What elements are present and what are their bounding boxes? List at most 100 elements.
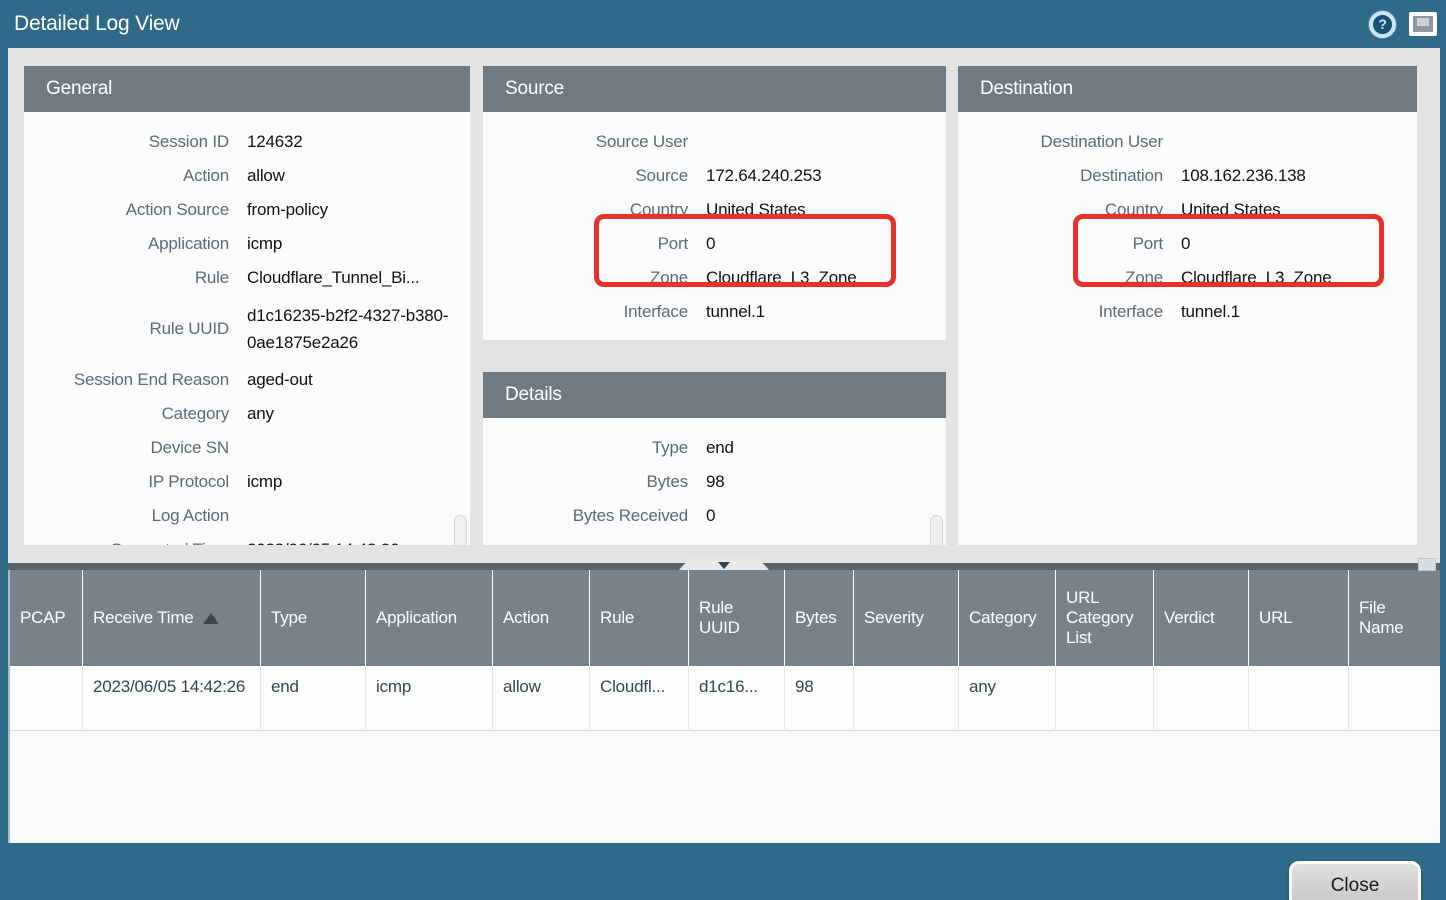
maximize-icon-inner (1417, 18, 1429, 26)
field-row: Categoryany (24, 397, 470, 431)
help-icon[interactable]: ? (1369, 11, 1396, 38)
field-row: Source User (483, 125, 946, 159)
field-label: Category (24, 397, 229, 431)
field-label: Interface (958, 295, 1163, 329)
dialog-titlebar: Detailed Log View ? (0, 0, 1446, 48)
column-header-label: Application (376, 608, 457, 627)
column-header-label: PCAP (20, 608, 66, 627)
field-value: Cloudflare_Tunnel_Bi... (229, 261, 419, 295)
table-cell (1154, 666, 1249, 731)
column-header-url-category-list[interactable]: URL Category List (1056, 570, 1154, 666)
column-header-label: Category (969, 608, 1036, 627)
field-row: ZoneCloudflare_L3_Zone (958, 261, 1417, 295)
column-header-verdict[interactable]: Verdict (1154, 570, 1249, 666)
field-label: Zone (483, 261, 688, 295)
table-cell: end (261, 666, 366, 731)
table-cell: 98 (785, 666, 854, 731)
field-value: icmp (229, 465, 282, 499)
field-row: Session ID124632 (24, 125, 470, 159)
field-row: Interfacetunnel.1 (483, 295, 946, 329)
column-header-label: Receive Time (93, 608, 194, 627)
log-table-head-row: PCAP Receive Time Type Application Action Rul… (10, 570, 1440, 666)
page-title: Detailed Log View (0, 12, 180, 36)
field-row: Destination User (958, 125, 1417, 159)
table-cell (1349, 666, 1441, 731)
field-value: tunnel.1 (688, 295, 765, 329)
field-row: IP Protocolicmp (24, 465, 470, 499)
field-label: Destination (958, 159, 1163, 193)
field-label: Bytes (483, 465, 688, 499)
table-cell (1056, 666, 1154, 731)
field-row: Device SN (24, 431, 470, 465)
field-label: Source User (483, 125, 688, 159)
column-header-url[interactable]: URL (1249, 570, 1349, 666)
field-row: Session End Reasonaged-out (24, 363, 470, 397)
chevron-down-icon (718, 562, 730, 569)
table-cell: allow (493, 666, 590, 731)
column-header-label: Rule UUID (699, 598, 740, 637)
column-header-rule[interactable]: Rule (590, 570, 689, 666)
field-value: 98 (688, 465, 725, 499)
column-header-label: Type (271, 608, 307, 627)
column-header-file-name[interactable]: File Name (1349, 570, 1441, 666)
field-row: Generated Time2023/06/05 14:42:26 (24, 533, 470, 545)
field-label: Action Source (24, 193, 229, 227)
column-header-bytes[interactable]: Bytes (785, 570, 854, 666)
source-panel-header: Source (483, 66, 946, 112)
details-panel-body: TypeendBytes98Bytes Received0 (483, 418, 946, 533)
field-value (229, 431, 247, 465)
field-row: Port0 (483, 227, 946, 261)
details-scrollbar[interactable] (930, 515, 943, 545)
field-label: Source (483, 159, 688, 193)
column-header-label: Severity (864, 608, 924, 627)
source-panel: Source Source UserSource172.64.240.253Co… (483, 66, 946, 340)
field-value (1163, 125, 1181, 159)
column-header-label: Rule (600, 608, 634, 627)
field-value (688, 125, 706, 159)
destination-panel-header: Destination (958, 66, 1417, 112)
field-value: from-policy (229, 193, 328, 227)
field-value: 0 (1163, 227, 1190, 261)
table-cell: icmp (366, 666, 493, 731)
field-row: Rule UUIDd1c16235-b2f2-4327-b380-0ae1875… (24, 295, 470, 363)
horizontal-splitter[interactable] (8, 563, 1440, 570)
destination-panel: Destination Destination UserDestination1… (958, 66, 1417, 545)
field-value: 172.64.240.253 (688, 159, 821, 193)
column-header-category[interactable]: Category (959, 570, 1056, 666)
table-cell: any (959, 666, 1056, 731)
field-label: Action (24, 159, 229, 193)
field-label: Destination User (958, 125, 1163, 159)
field-label: Device SN (24, 431, 229, 465)
general-scrollbar[interactable] (454, 515, 467, 545)
field-row: ZoneCloudflare_L3_Zone (483, 261, 946, 295)
field-label: Interface (483, 295, 688, 329)
middle-column: Source Source UserSource172.64.240.253Co… (483, 66, 946, 545)
column-header-receive-time[interactable]: Receive Time (83, 570, 261, 666)
general-panel-body: Session ID124632ActionallowAction Source… (24, 112, 470, 545)
general-panel: General Session ID124632ActionallowActio… (24, 66, 470, 545)
field-value: tunnel.1 (1163, 295, 1240, 329)
column-header-action[interactable]: Action (493, 570, 590, 666)
field-value: 0 (688, 227, 715, 261)
close-button[interactable]: Close (1289, 861, 1421, 900)
field-label: Zone (958, 261, 1163, 295)
column-header-rule-uuid[interactable]: Rule UUID (689, 570, 785, 666)
column-header-pcap[interactable]: PCAP (10, 570, 83, 666)
field-value: any (229, 397, 274, 431)
field-label: IP Protocol (24, 465, 229, 499)
column-header-type[interactable]: Type (261, 570, 366, 666)
table-scrollbar-corner[interactable] (1418, 558, 1436, 571)
field-row: Log Action (24, 499, 470, 533)
field-value: end (688, 431, 734, 465)
column-header-application[interactable]: Application (366, 570, 493, 666)
field-row: Destination108.162.236.138 (958, 159, 1417, 193)
field-value: 124632 (229, 125, 303, 159)
field-label: Country (958, 193, 1163, 227)
splitter-collapse-handle[interactable] (679, 559, 769, 570)
maximize-icon[interactable] (1409, 12, 1437, 36)
field-label: Generated Time (24, 533, 229, 545)
field-row: Interfacetunnel.1 (958, 295, 1417, 329)
field-row: Typeend (483, 431, 946, 465)
field-row: CountryUnited States (483, 193, 946, 227)
column-header-severity[interactable]: Severity (854, 570, 959, 666)
